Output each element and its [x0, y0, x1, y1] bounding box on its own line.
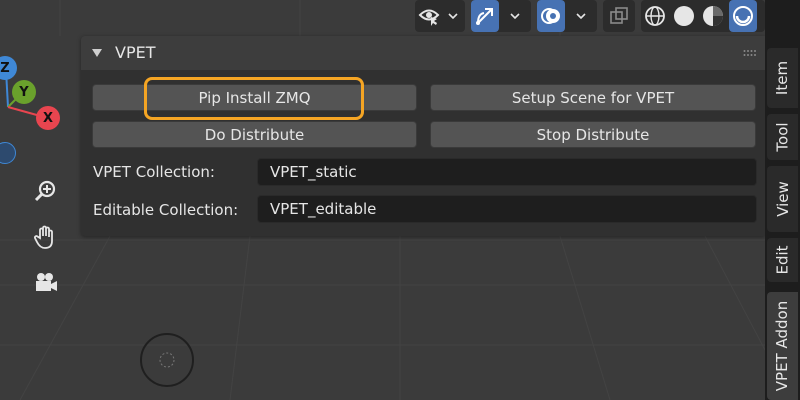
3d-viewport[interactable]: Z Y X VPET Pip Install ZMQ Setup Scene f… [0, 0, 765, 400]
gizmo-x-axis[interactable]: X [36, 106, 60, 130]
gizmo-dropdown[interactable] [507, 8, 523, 24]
tab-edit[interactable]: Edit [767, 238, 798, 282]
shading-group [641, 0, 765, 32]
rendered-sphere-icon [733, 6, 753, 26]
panel-title: VPET [115, 43, 156, 62]
vpet-panel: VPET Pip Install ZMQ Setup Scene for VPE… [81, 36, 765, 236]
eye-pointer-icon [418, 9, 440, 26]
show-gizmo-button[interactable] [471, 0, 499, 32]
xray-group [603, 0, 635, 32]
tab-vpet-addon[interactable]: VPET Addon [767, 292, 798, 400]
tab-tool-label: Tool [773, 122, 792, 152]
wireframe-shading-button[interactable] [641, 0, 669, 32]
overlays-dropdown[interactable] [573, 8, 589, 24]
chevron-down-icon [576, 13, 586, 20]
visibility-button[interactable] [415, 0, 443, 32]
gizmo-y-axis[interactable]: Y [12, 80, 36, 104]
tab-item[interactable]: Item [767, 48, 798, 108]
tab-vpet-addon-label: VPET Addon [773, 300, 792, 392]
zoom-button[interactable] [29, 174, 63, 208]
gizmo-toggle-group [471, 0, 531, 32]
material-preview-button[interactable] [699, 0, 727, 32]
tab-view-label: View [773, 181, 792, 217]
rendered-shading-button[interactable] [729, 0, 757, 32]
do-distribute-label: Do Distribute [204, 125, 305, 144]
stop-distribute-label: Stop Distribute [536, 125, 650, 144]
visibility-dropdown[interactable] [445, 8, 461, 24]
solid-shading-button[interactable] [670, 0, 698, 32]
xray-icon [610, 7, 628, 24]
overlays-icon [541, 8, 560, 24]
3d-cursor-icon [140, 333, 194, 387]
show-overlays-button[interactable] [537, 0, 565, 32]
do-distribute-button[interactable]: Do Distribute [92, 121, 417, 148]
chevron-down-icon [510, 13, 520, 20]
camera-icon [36, 273, 57, 291]
sidebar-tabs: Item Tool View Edit VPET Addon [765, 0, 800, 400]
camera-view-button[interactable] [29, 266, 63, 300]
drag-grip-icon[interactable] [743, 49, 757, 57]
zoom-icon [34, 180, 56, 202]
hand-icon [34, 225, 53, 249]
stop-distribute-button[interactable]: Stop Distribute [430, 121, 756, 148]
setup-scene-label: Setup Scene for VPET [511, 88, 675, 107]
chevron-down-icon [448, 13, 458, 20]
tab-tool[interactable]: Tool [767, 114, 798, 160]
gizmo-x-label: X [42, 110, 54, 126]
editable-collection-label: Editable Collection: [93, 201, 239, 219]
pan-button[interactable] [29, 220, 63, 254]
vpet-collection-label: VPET Collection: [93, 163, 215, 181]
gizmo-z-label: Z [0, 60, 10, 76]
gizmo-y-label: Y [19, 84, 29, 100]
wireframe-sphere-icon [645, 6, 665, 26]
tab-item-label: Item [773, 60, 792, 96]
vpet-collection-field[interactable]: VPET_static [257, 158, 757, 186]
panel-header[interactable]: VPET [81, 36, 765, 70]
material-sphere-icon [703, 6, 723, 26]
editable-collection-field[interactable]: VPET_editable [257, 195, 757, 223]
selectability-visibility-group [415, 0, 465, 32]
overlay-toggle-group [537, 0, 597, 32]
highlight-outline [144, 77, 364, 120]
tab-edit-label: Edit [773, 245, 792, 275]
tab-view[interactable]: View [767, 166, 798, 232]
setup-scene-button[interactable]: Setup Scene for VPET [430, 84, 756, 111]
collapse-triangle-icon[interactable] [91, 47, 103, 59]
solid-sphere-icon [674, 6, 694, 26]
toggle-xray-button[interactable] [605, 0, 633, 32]
gizmo-arrows-icon [476, 8, 493, 25]
